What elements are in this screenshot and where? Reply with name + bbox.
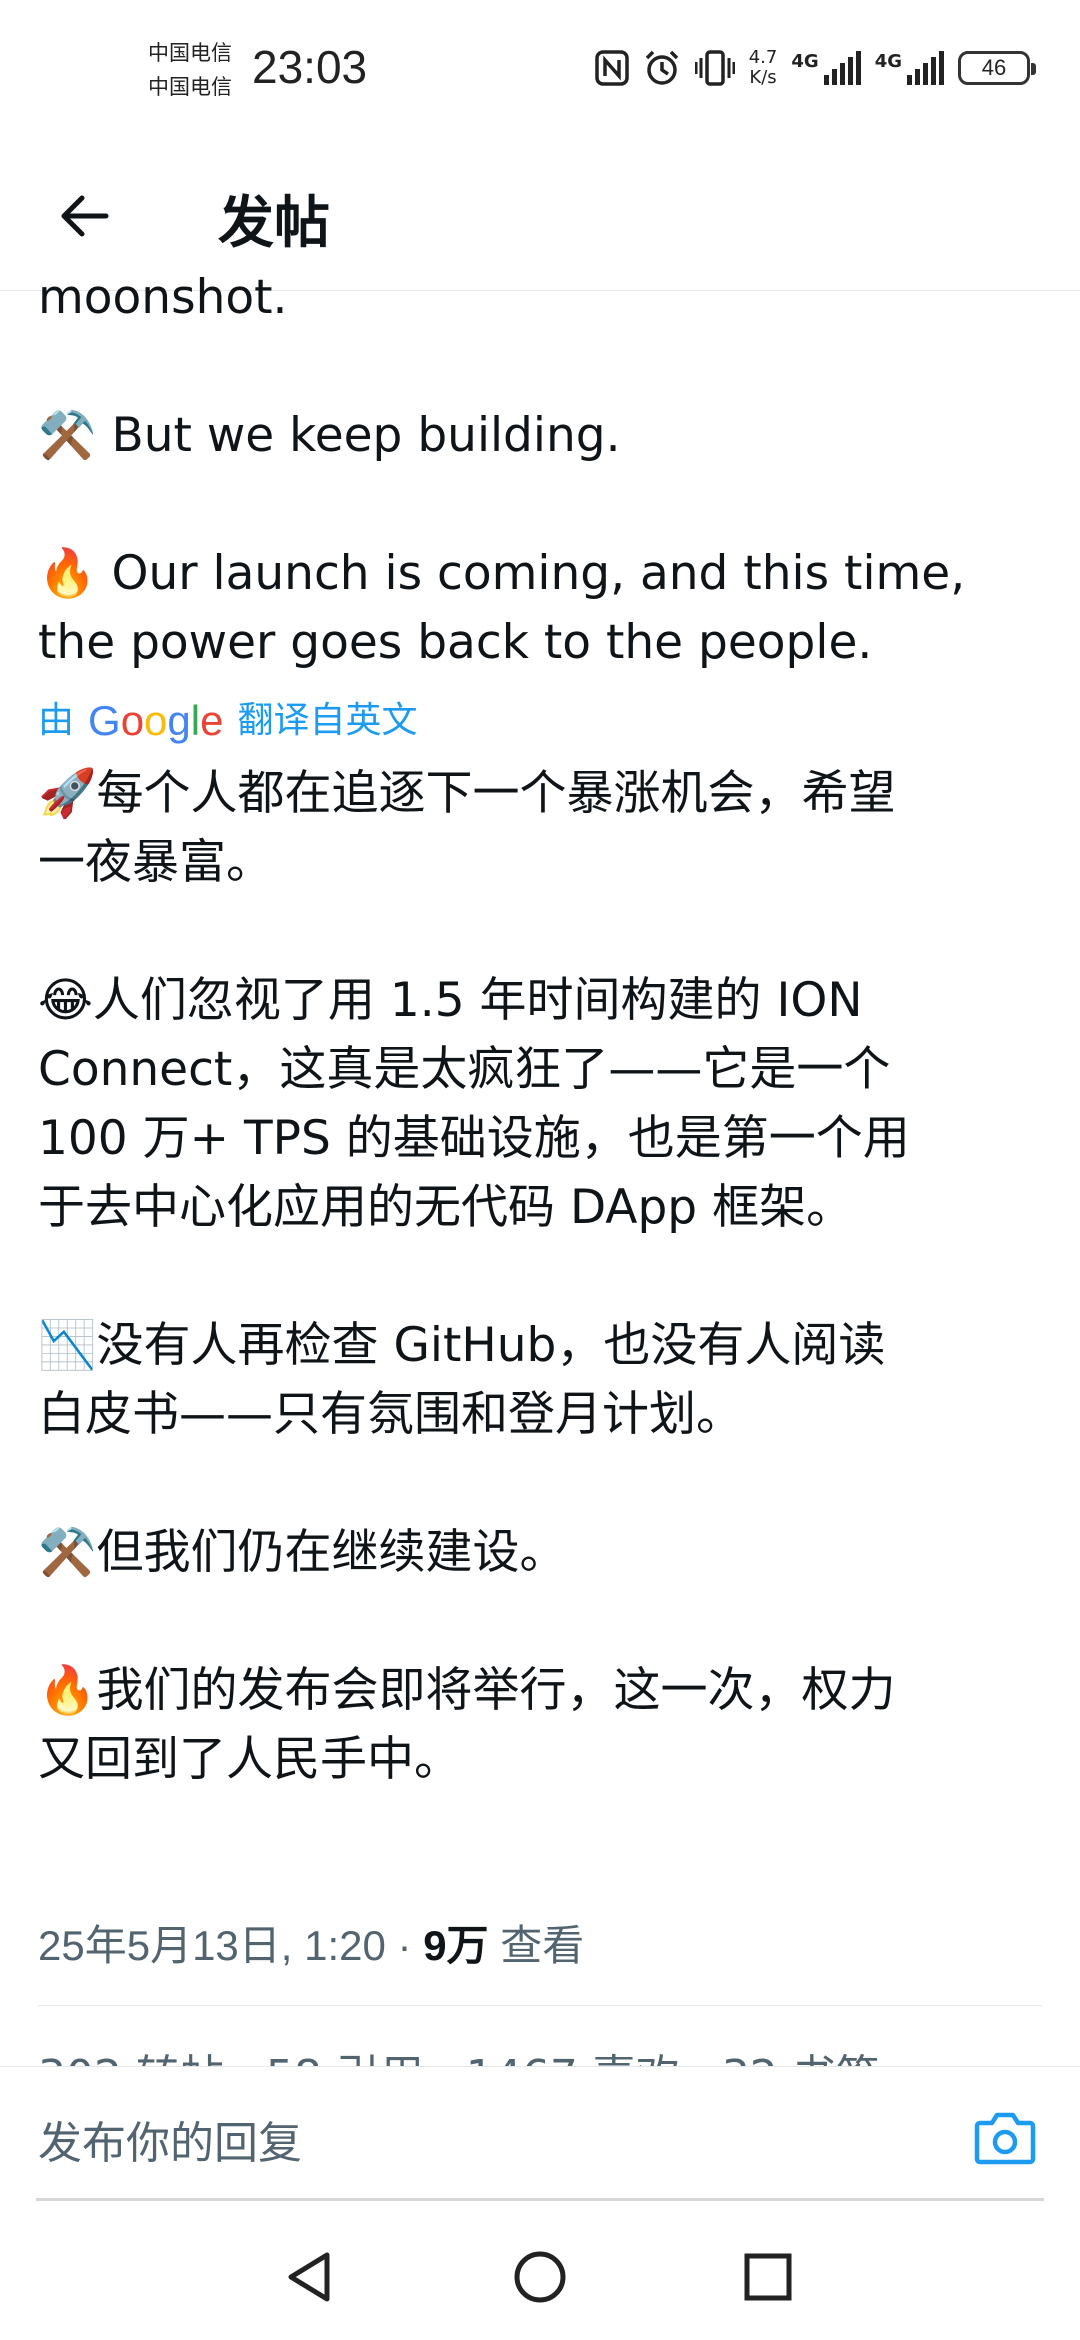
- net-speed: 4.7 K/s: [749, 48, 778, 88]
- rocket-icon: 🚀: [38, 766, 97, 821]
- carrier-labels: 中国电信 中国电信: [148, 36, 232, 104]
- translation-prefix: 由: [38, 700, 75, 741]
- square-recents-icon: [744, 2253, 792, 2301]
- translated-text-3: 没有人再检查 GitHub，也没有人阅读 白皮书——只有氛围和登月计划。: [38, 1318, 886, 1442]
- reply-bar: 发布你的回复: [0, 2066, 1080, 2203]
- vibrate-icon: [694, 50, 735, 86]
- views-label: 查看: [488, 1922, 585, 1969]
- original-launch-text: Our launch is coming, and this time, the…: [38, 546, 966, 670]
- carrier-2: 中国电信: [148, 75, 232, 99]
- signal-icon: 4G: [791, 51, 861, 85]
- meta-separator: ·: [385, 1922, 424, 1969]
- nav-recents-button[interactable]: [733, 2242, 803, 2312]
- triangle-back-icon: [288, 2252, 330, 2302]
- camera-icon: [974, 2112, 1036, 2165]
- reply-divider: [36, 2198, 1044, 2201]
- fire-icon: 🔥: [38, 546, 97, 601]
- battery-level: 46: [981, 55, 1007, 80]
- divider: [38, 2005, 1042, 2006]
- page-title: 发帖: [218, 191, 330, 256]
- reply-input[interactable]: 发布你的回复: [38, 2107, 302, 2171]
- translation-attribution[interactable]: 由 Google 翻译自英文: [38, 691, 1048, 751]
- sim2-network: 4G: [874, 51, 902, 72]
- original-para-launch: 🔥 Our launch is coming, and this time, t…: [38, 539, 1048, 677]
- fire-icon: 🔥: [38, 1663, 97, 1718]
- translated-para-2: 😂人们忽视了用 1.5 年时间构建的 ION Connect，这真是太疯狂了——…: [38, 966, 1048, 1242]
- nav-home-button[interactable]: [505, 2242, 575, 2312]
- carrier-1: 中国电信: [148, 41, 232, 65]
- original-building-text: But we keep building.: [96, 408, 621, 463]
- views-count: 9万: [423, 1922, 489, 1969]
- sim1-network: 4G: [791, 51, 819, 72]
- translated-text-5: 我们的发布会即将举行，这一次，权力 又回到了人民手中。: [38, 1663, 896, 1787]
- chart-down-icon: 📉: [38, 1318, 97, 1373]
- translated-para-1: 🚀每个人都在追逐下一个暴涨机会，希望 一夜暴富。: [38, 759, 1048, 897]
- status-time: 23:03: [252, 41, 368, 93]
- hammer-pick-icon: ⚒️: [38, 1525, 97, 1580]
- translated-text-1: 每个人都在追逐下一个暴涨机会，希望 一夜暴富。: [38, 766, 896, 890]
- alarm-icon: [643, 49, 681, 87]
- original-para-building: ⚒️ But we keep building.: [38, 401, 1048, 470]
- original-line-moonshot: moonshot.: [38, 270, 288, 325]
- translated-para-4: ⚒️但我们仍在继续建设。: [38, 1518, 1048, 1587]
- arrow-left-icon: [61, 195, 109, 237]
- translated-text-4: 但我们仍在继续建设。: [96, 1525, 567, 1580]
- post-body: moonshot. ⚒️ But we keep building. 🔥 Our…: [38, 270, 1048, 1794]
- net-speed-unit: K/s: [749, 67, 777, 88]
- battery-icon: 46: [958, 51, 1036, 85]
- translated-para-3: 📉没有人再检查 GitHub，也没有人阅读 白皮书——只有氛围和登月计划。: [38, 1311, 1048, 1449]
- translated-text-2: 人们忽视了用 1.5 年时间构建的 ION Connect，这真是太疯狂了——它…: [38, 973, 910, 1235]
- signal-icon-2: 4G: [875, 51, 944, 85]
- post-datetime[interactable]: 25年5月13日, 1:20: [38, 1922, 386, 1969]
- net-speed-value: 4.7: [748, 47, 778, 68]
- status-bar: 中国电信 中国电信 23:03 4.7 K/s 4G 4G 46: [0, 0, 1080, 140]
- laughing-icon: 😂: [38, 973, 93, 1028]
- system-nav-bar: [0, 2202, 1080, 2340]
- status-icons: 4.7 K/s 4G 4G 46: [594, 44, 1036, 92]
- translation-suffix: 翻译自英文: [237, 700, 418, 741]
- post-meta: 25年5月13日, 1:20 · 9万 查看: [38, 1912, 584, 1973]
- translated-para-5: 🔥我们的发布会即将举行，这一次，权力 又回到了人民手中。: [38, 1656, 1048, 1794]
- nfc-icon: [594, 50, 629, 86]
- google-logo: Google: [88, 697, 224, 744]
- camera-button[interactable]: [974, 2109, 1036, 2165]
- nav-back-button[interactable]: [274, 2242, 344, 2312]
- circle-home-icon: [514, 2251, 566, 2303]
- hammer-pick-icon: ⚒️: [38, 408, 97, 463]
- back-button[interactable]: [48, 180, 120, 252]
